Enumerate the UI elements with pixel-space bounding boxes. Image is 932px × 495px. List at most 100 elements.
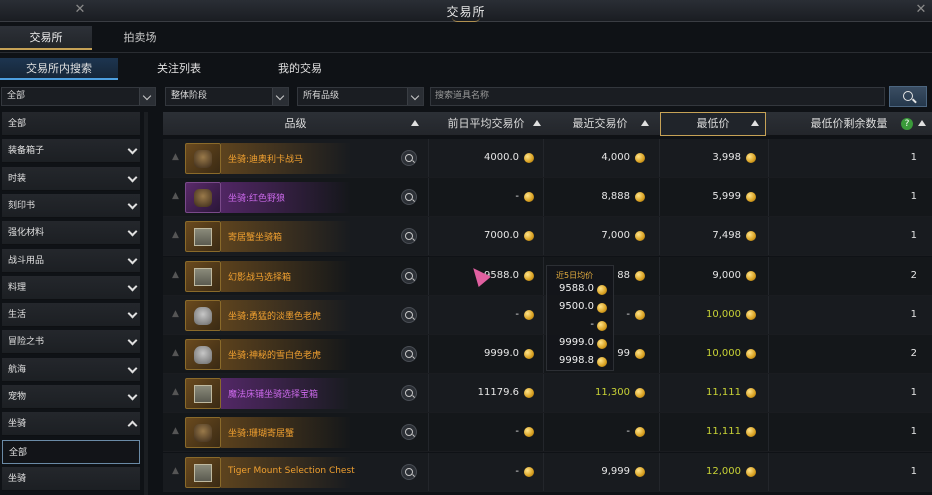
tab-auction[interactable]: 拍卖场 [92, 26, 188, 50]
table-row[interactable]: ▲ Tiger Mount Selection Chest - 9,999 12,000… [163, 452, 932, 492]
pin-icon[interactable]: ▲ [172, 426, 180, 436]
sidebar-item[interactable]: 强化材料 [2, 221, 140, 246]
search-input[interactable]: 搜索道具名称 [430, 87, 885, 106]
avg-price: 4000.0 [484, 152, 519, 163]
header-recent-price-label: 最近交易价 [572, 117, 628, 130]
lowest-price: 7,498 [712, 230, 741, 242]
item-thumbnail [185, 143, 221, 174]
remaining-quantity: 1 [910, 465, 917, 477]
table-row[interactable]: ▲ 坐骑:红色野狼 - 8,888 5,999 1 [163, 178, 932, 218]
pin-icon[interactable]: ▲ [172, 270, 180, 280]
lowest-price: 10,000 [706, 308, 741, 320]
tab-watchlist[interactable]: 关注列表 [118, 58, 240, 80]
tier-dropdown[interactable]: 整体阶段 [165, 87, 289, 106]
top-tabs: 交易所 拍卖场 [0, 26, 932, 50]
pin-icon[interactable]: ▲ [172, 466, 180, 476]
sidebar-item[interactable]: 装备箱子 [2, 139, 140, 164]
gold-coin-icon [746, 192, 756, 203]
tab-my-trades[interactable]: 我的交易 [240, 58, 360, 80]
gold-coin-icon [635, 270, 645, 281]
tab-exchange-search[interactable]: 交易所内搜索 [0, 58, 118, 80]
header-lowest-price[interactable]: 最低价 [660, 112, 766, 136]
header-remaining[interactable]: 最低价剩余数量 ? [769, 112, 929, 136]
close-icon[interactable]: ✕ [914, 2, 928, 18]
column-divider [659, 295, 660, 334]
sidebar-item-label: 坐骑 [8, 419, 27, 430]
sidebar-item[interactable]: 全部 [2, 439, 140, 464]
item-thumbnail [185, 221, 221, 253]
help-icon[interactable]: ? [901, 118, 913, 130]
gold-coin-icon [746, 309, 756, 320]
gold-coin-icon [635, 466, 645, 477]
tier-dropdown-value: 整体阶段 [171, 91, 208, 101]
header-avg-price[interactable]: 前日平均交易价 [429, 112, 543, 136]
recent-price: 7,000 [601, 230, 630, 242]
table-header: 品级 前日平均交易价 最近交易价 最低价 最低价剩余数量 ? [163, 112, 932, 136]
sidebar-item[interactable]: 刻印书 [2, 193, 140, 218]
item-thumbnail [185, 260, 221, 292]
recent-price: 8,888 [601, 191, 630, 203]
gold-coin-icon [597, 303, 607, 313]
pin-icon[interactable]: ▲ [172, 348, 180, 358]
sidebar-item[interactable]: 生活 [2, 303, 140, 328]
category-dropdown[interactable]: 全部 [1, 87, 156, 106]
column-divider [428, 139, 429, 177]
magnifier-icon[interactable] [401, 189, 417, 206]
column-divider [659, 139, 660, 177]
sidebar-item[interactable]: 航海 [2, 357, 140, 382]
divider [0, 52, 932, 53]
tooltip-row: 9999.0 [547, 335, 613, 352]
search-button[interactable] [889, 86, 927, 107]
sidebar-item[interactable]: 宠物 [2, 385, 140, 409]
recent-price: - [626, 426, 630, 438]
column-divider [543, 217, 544, 256]
column-divider [428, 256, 429, 295]
magnifier-icon[interactable] [401, 385, 417, 402]
pin-icon[interactable]: ▲ [172, 191, 180, 201]
column-divider [659, 178, 660, 217]
tooltip-row: - [547, 317, 613, 334]
gold-coin-icon [524, 270, 534, 281]
header-recent-price[interactable]: 最近交易价 [544, 112, 656, 136]
pin-icon[interactable]: ▲ [172, 387, 180, 397]
sidebar-scrollbar[interactable] [144, 112, 148, 495]
sidebar-item[interactable]: 冒险之书 [2, 330, 140, 355]
crab-icon [194, 424, 212, 443]
pin-icon[interactable]: ▲ [172, 152, 180, 162]
sidebar-item[interactable]: 全部 [2, 112, 140, 136]
header-grade[interactable]: 品级 [163, 112, 428, 136]
sidebar-item[interactable]: 坐骑 [2, 466, 140, 491]
sidebar-item-label: 宠物 [8, 392, 27, 402]
magnifier-icon[interactable] [401, 424, 417, 441]
sidebar-item[interactable]: 坐骑 [2, 412, 140, 437]
header-remaining-label: 最低价剩余数量 [810, 117, 888, 130]
table-row[interactable]: ▲ 魔法床铺坐骑选择宝箱 11179.6 11,300 11,111 1 [163, 374, 932, 414]
avg-price: - [515, 191, 519, 203]
magnifier-icon[interactable] [401, 228, 417, 245]
table-row[interactable]: ▲ 坐骑:迪奥利卡战马 4000.0 4,000 3,998 1 [163, 139, 932, 178]
sidebar-item[interactable]: 料理 [2, 275, 140, 300]
magnifier-icon[interactable] [401, 346, 417, 362]
magnifier-icon[interactable] [401, 267, 417, 284]
table-row[interactable]: ▲ 寄居蟹坐骑箱 7000.0 7,000 7,498 1 [163, 217, 932, 257]
magnifier-icon[interactable] [401, 306, 417, 323]
column-divider [543, 139, 544, 177]
column-divider [768, 374, 769, 413]
chest-icon [194, 228, 212, 247]
gold-coin-icon [524, 231, 534, 242]
pin-icon[interactable]: ▲ [172, 309, 180, 319]
pin-icon[interactable]: ▲ [172, 230, 180, 240]
magnifier-icon[interactable] [401, 463, 417, 480]
grade-dropdown[interactable]: 所有品级 [297, 87, 424, 106]
recent-price: 99 [617, 348, 630, 359]
gold-coin-icon [597, 321, 607, 331]
tab-exchange[interactable]: 交易所 [0, 26, 92, 50]
sidebar-item-label: 战斗用品 [8, 255, 45, 266]
table-row[interactable]: ▲ 坐骑:珊瑚寄居蟹 - - 11,111 1 [163, 413, 932, 453]
sidebar-item[interactable]: 战斗用品 [2, 248, 140, 273]
column-divider [768, 413, 769, 452]
gold-coin-icon [746, 270, 756, 281]
magnifier-icon[interactable] [401, 150, 417, 166]
tiger-icon [194, 346, 212, 364]
sidebar-item[interactable]: 时装 [2, 166, 140, 191]
